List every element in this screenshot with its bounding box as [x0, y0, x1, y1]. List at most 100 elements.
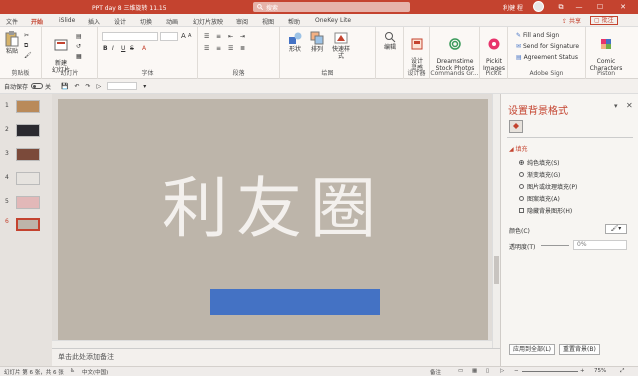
notes-toggle[interactable]: 备注 [430, 368, 441, 376]
share-button[interactable]: ⇪ 共享 [562, 16, 581, 25]
language[interactable]: 中文(中国) [82, 368, 108, 376]
maximize-button[interactable]: ☐ [593, 2, 607, 12]
avatar[interactable] [533, 1, 544, 12]
pane-options-icon[interactable]: ▾ [614, 102, 618, 110]
decrease-indent-icon[interactable]: ⇤ [228, 33, 233, 40]
tab-view[interactable]: 视图 [262, 17, 274, 26]
quick-styles-button[interactable]: 快速样式 [330, 31, 352, 60]
italic-button[interactable]: I [112, 45, 114, 52]
tab-design[interactable]: 设计 [114, 17, 126, 26]
tab-animations[interactable]: 动画 [166, 17, 178, 26]
slideshow-view-icon[interactable]: ▷ [500, 368, 504, 374]
tab-onekey[interactable]: OneKey Lite [315, 17, 351, 24]
section-icon[interactable]: ▦ [76, 53, 82, 60]
gradient-fill-option[interactable]: 渐变填充(G) [519, 170, 560, 179]
normal-view-icon[interactable]: ▭ [458, 368, 463, 374]
customize-qat-icon[interactable]: ▾ [143, 83, 146, 90]
fill-tab-icon[interactable] [509, 120, 523, 133]
tab-file[interactable]: 文件 [6, 17, 18, 26]
strikethrough-button[interactable]: S [130, 45, 134, 52]
transparency-slider[interactable] [541, 245, 569, 246]
tab-transitions[interactable]: 切换 [140, 17, 152, 26]
zoom-in-icon[interactable]: + [580, 368, 585, 374]
align-right-icon[interactable]: ☰ [228, 45, 233, 52]
pane-close-icon[interactable]: ✕ [626, 101, 633, 110]
redo-icon[interactable]: ↷ [86, 83, 91, 90]
tab-islide[interactable]: iSlide [59, 17, 75, 24]
align-left-icon[interactable]: ☰ [204, 45, 209, 52]
transparency-input[interactable]: 0% [573, 240, 627, 250]
tab-help[interactable]: 帮助 [288, 17, 300, 26]
increase-indent-icon[interactable]: ⇥ [240, 33, 245, 40]
comic-characters-button[interactable]: Comic Characters [588, 31, 624, 72]
send-signature-button[interactable]: ✉ Send for Signature [516, 43, 579, 50]
ribbon-display-button[interactable]: ⧉ [554, 2, 568, 12]
slide-thumbnail[interactable] [16, 100, 40, 113]
font-family-select[interactable] [102, 32, 158, 41]
shrink-font-icon[interactable]: A [188, 33, 191, 39]
copy-icon[interactable]: ⧉ [24, 42, 28, 50]
reset-background-button[interactable]: 重置背景(B) [559, 344, 600, 355]
justify-icon[interactable]: ≣ [240, 45, 245, 52]
zoom-slider[interactable] [522, 371, 578, 372]
close-button[interactable]: ✕ [616, 2, 630, 12]
slide-thumbnail[interactable] [16, 148, 40, 161]
underline-button[interactable]: U [121, 45, 125, 52]
accessibility-icon[interactable]: ♿ [70, 368, 75, 374]
slide-thumbnail[interactable] [16, 172, 40, 185]
sorter-view-icon[interactable]: ▦ [472, 368, 477, 374]
pickit-button[interactable]: Pickit Images [482, 31, 506, 72]
tab-home[interactable]: 开始 [31, 17, 44, 29]
color-picker-button[interactable]: 🖌▾ [605, 224, 627, 234]
vertical-scrollbar[interactable] [492, 94, 500, 348]
grow-font-icon[interactable]: A [181, 32, 186, 40]
shapes-button[interactable]: 形状 [286, 31, 304, 53]
blue-rectangle-shape[interactable] [210, 289, 380, 315]
numbering-icon[interactable]: ≡ [216, 33, 221, 40]
reset-icon[interactable]: ↺ [76, 43, 81, 50]
picture-fill-option[interactable]: 图片或纹理填充(P) [519, 182, 577, 191]
notes-area[interactable]: 单击此处添加备注 [52, 348, 500, 366]
minimize-button[interactable]: — [572, 2, 586, 12]
qat-dropdown[interactable] [107, 82, 138, 90]
fill-section-header[interactable]: ◢ 填充 [509, 144, 528, 153]
hide-background-graphics-option[interactable]: 隐藏背景图形(H) [519, 206, 572, 215]
apply-to-all-button[interactable]: 应用到全部(L) [509, 344, 556, 355]
tab-review[interactable]: 审阅 [236, 17, 248, 26]
cut-icon[interactable]: ✂ [24, 32, 29, 39]
layout-icon[interactable]: ▤ [76, 33, 82, 40]
slide-thumbnail[interactable] [16, 196, 40, 209]
fill-sign-button[interactable]: ✎ Fill and Sign [516, 32, 559, 39]
comments-button[interactable]: ▢ 批注 [590, 16, 618, 25]
slide-thumbnail[interactable] [16, 124, 40, 137]
scroll-thumb[interactable] [494, 256, 499, 284]
user-name[interactable]: 利健 程 [503, 3, 523, 12]
current-slide[interactable]: 利友圈 [58, 99, 488, 341]
solid-fill-option[interactable]: 纯色填充(S) [519, 158, 560, 167]
bold-button[interactable]: B [103, 45, 108, 52]
arrange-button[interactable]: 排列 [308, 31, 326, 53]
dreamstime-button[interactable]: Dreamstime Stock Photos [432, 31, 478, 72]
agreement-status-button[interactable]: ▤ Agreement Status [516, 54, 578, 61]
zoom-out-icon[interactable]: − [514, 368, 519, 374]
bullets-icon[interactable]: ☰ [204, 33, 209, 40]
search-box[interactable]: 搜索 [253, 2, 410, 12]
tab-slideshow[interactable]: 幻灯片放映 [193, 17, 223, 26]
save-icon[interactable]: 💾 [61, 83, 68, 90]
slide-title[interactable]: 利友圈 [58, 169, 488, 249]
editing-button[interactable]: 编辑 [380, 31, 400, 51]
zoom-level[interactable]: 75% [594, 368, 606, 374]
tab-insert[interactable]: 插入 [88, 17, 100, 26]
design-ideas-button[interactable]: 设计 灵感 [406, 31, 428, 72]
start-slideshow-icon[interactable]: ▷ [97, 83, 102, 90]
pattern-fill-option[interactable]: 图案填充(A) [519, 194, 560, 203]
align-center-icon[interactable]: ≡ [216, 45, 221, 52]
autosave-toggle[interactable] [31, 83, 44, 89]
paste-button[interactable]: 粘贴 [4, 31, 20, 55]
horizontal-scrollbar[interactable] [52, 340, 492, 348]
font-size-select[interactable] [160, 32, 178, 41]
undo-icon[interactable]: ↶ [75, 83, 80, 90]
format-painter-icon[interactable]: 🖌 [24, 52, 32, 59]
font-color-icon[interactable]: A [142, 45, 146, 52]
reading-view-icon[interactable]: ▯ [486, 368, 489, 374]
